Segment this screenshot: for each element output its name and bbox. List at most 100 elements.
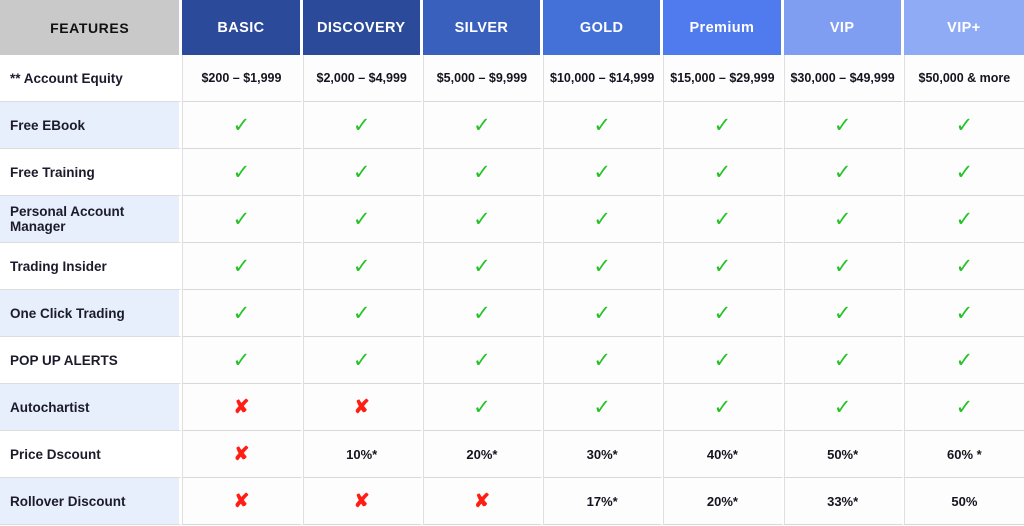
check-icon: ✓ (352, 348, 371, 372)
feature-label: Rollover Discount (0, 478, 183, 525)
cell-value: ✘ (182, 478, 303, 525)
cell-value: ✓ (182, 102, 303, 149)
check-icon: ✓ (833, 160, 852, 184)
cell-value: ✓ (422, 384, 544, 431)
check-icon: ✓ (352, 160, 371, 184)
cell-value: ✓ (783, 243, 904, 290)
cell-value: 20%* (422, 431, 544, 478)
cell-value: 10%* (302, 431, 423, 478)
plan-header-gold[interactable]: GOLD (543, 0, 664, 55)
check-icon: ✓ (352, 254, 371, 278)
cell-value: ✓ (663, 149, 784, 196)
cross-icon: ✘ (353, 490, 370, 512)
cell-value: ✓ (302, 149, 423, 196)
feature-label: POP UP ALERTS (0, 337, 183, 384)
cell-value: ✘ (302, 384, 423, 431)
cell-value: ✓ (182, 196, 303, 243)
table-row: POP UP ALERTS ✓ ✓ ✓ ✓ ✓ ✓ ✓ (0, 337, 1024, 384)
table-header: FEATURES BASIC DISCOVERY SILVER GOLD Premium… (0, 0, 1024, 55)
cell-value: ✓ (182, 149, 303, 196)
plan-header-vip[interactable]: VIP (783, 0, 904, 55)
plan-header-vip-[interactable]: VIP+ (903, 0, 1024, 55)
cell-value: ✓ (903, 243, 1024, 290)
check-icon: ✓ (833, 113, 852, 137)
cell-value: ✓ (663, 196, 784, 243)
cell-value: ✘ (182, 384, 303, 431)
check-icon: ✓ (232, 348, 251, 372)
check-icon: ✓ (713, 254, 732, 278)
check-icon: ✓ (833, 395, 852, 419)
cell-value: $50,000 & more (903, 55, 1024, 102)
check-icon: ✓ (593, 348, 611, 372)
check-icon: ✓ (593, 301, 611, 325)
check-icon: ✓ (232, 254, 251, 278)
check-icon: ✓ (955, 113, 974, 137)
plan-header-basic[interactable]: BASIC (182, 0, 303, 55)
table-body: ** Account Equity $200 – $1,999 $2,000 – $… (0, 55, 1024, 525)
check-icon: ✓ (833, 254, 852, 278)
check-icon: ✓ (713, 160, 732, 184)
cell-value: ✓ (302, 243, 423, 290)
feature-label: ** Account Equity (0, 55, 183, 102)
cell-value: ✓ (783, 337, 904, 384)
cell-value: $5,000 – $9,999 (422, 55, 544, 102)
cell-value: ✓ (182, 290, 303, 337)
cell-value: ✓ (543, 149, 664, 196)
cell-value: ✓ (783, 290, 904, 337)
feature-label: Autochartist (0, 384, 183, 431)
cell-value: ✓ (543, 290, 664, 337)
check-icon: ✓ (713, 207, 732, 231)
check-icon: ✓ (352, 113, 371, 137)
check-icon: ✓ (955, 301, 974, 325)
feature-label: Free EBook (0, 102, 183, 149)
cross-icon: ✘ (233, 490, 250, 512)
feature-label: Personal Account Manager (0, 196, 183, 243)
check-icon: ✓ (232, 301, 251, 325)
check-icon: ✓ (955, 254, 974, 278)
cell-value: 40%* (663, 431, 784, 478)
cell-value: ✓ (903, 337, 1024, 384)
cell-value: ✘ (422, 478, 544, 525)
check-icon: ✓ (232, 113, 251, 137)
check-icon: ✓ (593, 113, 611, 137)
check-icon: ✓ (352, 301, 371, 325)
feature-label: Trading Insider (0, 243, 183, 290)
cell-value: ✓ (302, 290, 423, 337)
plan-header-discovery[interactable]: DISCOVERY (302, 0, 423, 55)
cell-value: ✓ (543, 243, 664, 290)
table-row: Personal Account Manager ✓ ✓ ✓ ✓ ✓ ✓ ✓ (0, 196, 1024, 243)
cell-value: ✓ (903, 102, 1024, 149)
check-icon: ✓ (955, 395, 974, 419)
feature-label: Price Dscount (0, 431, 183, 478)
plan-header-silver[interactable]: SILVER (422, 0, 544, 55)
cell-value: ✓ (302, 337, 423, 384)
cell-value: 33%* (783, 478, 904, 525)
check-icon: ✓ (713, 348, 732, 372)
cell-value: $10,000 – $14,999 (543, 55, 664, 102)
cell-value: ✓ (543, 196, 664, 243)
cross-icon: ✘ (353, 396, 370, 418)
table-row: Free Training ✓ ✓ ✓ ✓ ✓ ✓ ✓ (0, 149, 1024, 196)
table-row: Trading Insider ✓ ✓ ✓ ✓ ✓ ✓ ✓ (0, 243, 1024, 290)
cell-value: ✓ (663, 243, 784, 290)
cell-value: ✓ (422, 243, 544, 290)
cell-value: ✓ (422, 290, 544, 337)
cell-value: ✓ (783, 384, 904, 431)
cell-value: ✓ (663, 384, 784, 431)
table-row: Autochartist ✘ ✘ ✓ ✓ ✓ ✓ ✓ (0, 384, 1024, 431)
check-icon: ✓ (833, 301, 852, 325)
cell-value: ✓ (543, 337, 664, 384)
plan-header-premium[interactable]: Premium (663, 0, 784, 55)
cell-value: ✓ (422, 196, 544, 243)
cell-value: $15,000 – $29,999 (663, 55, 784, 102)
cell-value: ✓ (422, 102, 544, 149)
cell-value: ✓ (422, 149, 544, 196)
check-icon: ✓ (955, 348, 974, 372)
cell-value: ✓ (783, 149, 904, 196)
cell-value: ✓ (302, 102, 423, 149)
check-icon: ✓ (955, 207, 974, 231)
cross-icon: ✘ (233, 396, 250, 418)
cell-value: ✓ (903, 196, 1024, 243)
check-icon: ✓ (955, 160, 974, 184)
check-icon: ✓ (593, 160, 611, 184)
